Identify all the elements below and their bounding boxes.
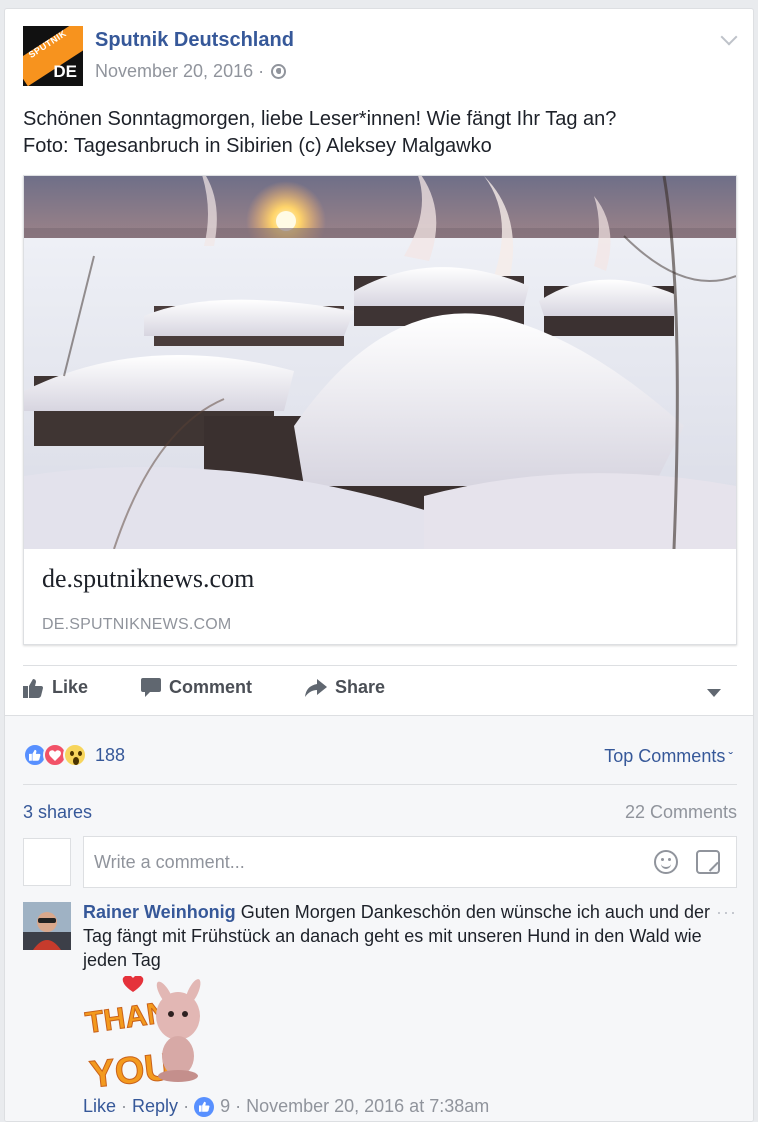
post-text: Schönen Sonntagmorgen, liebe Leser*innen… xyxy=(23,106,738,160)
commenter-avatar[interactable] xyxy=(23,902,71,950)
meta-separator: · xyxy=(258,61,265,81)
comment-button[interactable]: Comment xyxy=(141,677,252,698)
comments-count[interactable]: 22 Comments xyxy=(625,802,737,823)
comment-input[interactable] xyxy=(94,837,634,887)
post-caption-line: Foto: Tagesanbruch in Sibirien (c) Aleks… xyxy=(23,135,492,157)
top-comments-dropdown[interactable]: Top Comments xyxy=(604,746,733,767)
comment-timestamp[interactable]: November 20, 2016 at 7:38am xyxy=(246,1096,489,1117)
post-text-line: Schönen Sonntagmorgen, liebe Leser*innen… xyxy=(23,108,617,130)
wow-icon xyxy=(63,743,87,767)
emoji-icon[interactable] xyxy=(654,850,678,874)
separator: · xyxy=(183,1096,190,1116)
comment-options-icon[interactable]: ··· xyxy=(716,902,737,923)
separator: · xyxy=(235,1096,242,1116)
preview-title[interactable]: de.sputniknews.com xyxy=(42,564,254,594)
thumbs-up-icon xyxy=(23,678,43,698)
like-icon xyxy=(194,1096,215,1117)
comment-body: Rainer Weinhonig Guten Morgen Dankeschön… xyxy=(83,900,723,972)
thank-you-sticker: THANK YOU! xyxy=(83,976,201,1096)
sticker-icon[interactable] xyxy=(696,850,720,874)
share-button[interactable]: Share xyxy=(305,677,385,698)
comment-icon xyxy=(141,678,161,697)
comment-label: Comment xyxy=(169,677,253,697)
comment-author-link[interactable]: Rainer Weinhonig xyxy=(83,902,236,922)
globe-icon[interactable] xyxy=(271,64,287,79)
caret-down-icon[interactable] xyxy=(707,689,721,697)
page-avatar[interactable]: SPUTNIK DE xyxy=(23,26,83,86)
shares-link[interactable]: 3 shares xyxy=(23,802,92,823)
post-date-link[interactable]: November 20, 2016 xyxy=(95,61,253,82)
reactions-summary[interactable]: 188 xyxy=(23,743,125,767)
avatar xyxy=(23,838,71,886)
comment-composer[interactable] xyxy=(83,836,737,888)
comments-section: 188 Top Comments 3 shares 22 Comments Ra… xyxy=(5,715,753,1121)
post-meta: November 20, 2016 · xyxy=(95,61,287,82)
post-card: SPUTNIK DE Sputnik Deutschland November … xyxy=(4,8,754,1122)
preview-domain: DE.SPUTNIKNEWS.COM xyxy=(42,616,232,633)
page-name-link[interactable]: Sputnik Deutschland xyxy=(95,29,294,52)
reaction-count: 188 xyxy=(95,744,126,765)
divider xyxy=(23,665,737,666)
separator: · xyxy=(121,1096,128,1116)
like-button[interactable]: Like xyxy=(23,677,88,698)
share-label: Share xyxy=(335,677,386,697)
comment-like-link[interactable]: Like xyxy=(83,1096,116,1117)
comment-actions: Like · Reply · 9 · November 20, 2016 at … xyxy=(83,1096,489,1117)
chevron-down-icon[interactable] xyxy=(720,28,738,46)
link-preview[interactable]: de.sputniknews.com DE.SPUTNIKNEWS.COM xyxy=(23,175,737,645)
comment-reply-link[interactable]: Reply xyxy=(132,1096,178,1117)
share-arrow-icon xyxy=(305,678,327,697)
avatar-label-de: DE xyxy=(53,62,77,81)
divider xyxy=(23,784,737,785)
preview-photo[interactable] xyxy=(24,176,736,549)
like-label: Like xyxy=(52,677,89,697)
comment-like-count[interactable]: 9 xyxy=(220,1096,230,1117)
